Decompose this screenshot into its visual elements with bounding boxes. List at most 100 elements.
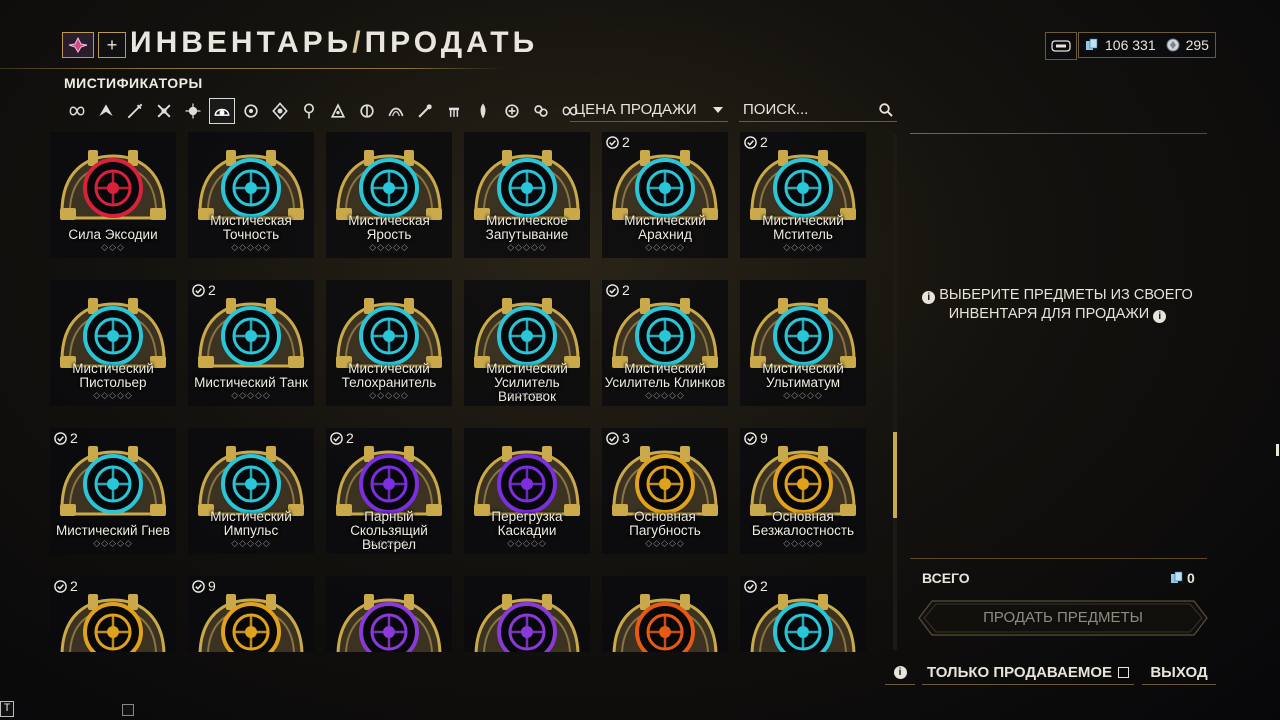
arcane-mod-icon <box>474 594 580 652</box>
rank-indicator: ◇◇◇◇◇ <box>645 538 685 548</box>
filter-arcane-button[interactable] <box>412 98 438 124</box>
item-name: Мистический Мститель <box>762 213 844 242</box>
item-card[interactable] <box>464 576 590 652</box>
item-card[interactable]: 9 Основная Безжалостность ◇◇◇◇◇ <box>740 428 866 554</box>
sell-items-button[interactable]: ПРОДАТЬ ПРЕДМЕТЫ <box>918 609 1208 626</box>
item-card[interactable]: Мистическое Запутывание ◇◇◇◇◇ <box>464 132 590 258</box>
item-card[interactable]: Мистическая Ярость ◇◇◇◇◇ <box>326 132 452 258</box>
info-icon[interactable]: i <box>1153 310 1167 323</box>
filter-gear-button[interactable] <box>325 98 351 124</box>
archwing-icon <box>304 103 314 119</box>
arcane-mod-icon <box>60 446 166 516</box>
rank-indicator: ◇◇◇◇◇ <box>369 538 409 548</box>
total-label: ВСЕГО <box>922 570 970 586</box>
rank-indicator: ◇◇◇◇◇ <box>369 242 409 252</box>
filter-plant-button[interactable] <box>470 98 496 124</box>
owned-check-icon <box>54 431 67 445</box>
item-card[interactable]: 2 <box>50 576 176 652</box>
filter-infinity-button[interactable] <box>64 98 90 124</box>
item-card[interactable]: Мистический Ультиматум ◇◇◇◇◇ <box>740 280 866 406</box>
item-card[interactable] <box>602 576 728 652</box>
owned-count: 9 <box>192 578 216 594</box>
warframe-icon <box>99 104 113 116</box>
filter-primary-weapon-button[interactable] <box>122 98 148 124</box>
total-amount: 0 <box>1187 570 1195 586</box>
item-card[interactable]: 2 Мистический Танк ◇◇◇◇◇ <box>188 280 314 406</box>
arcane-mod-icon <box>336 594 442 652</box>
filter-melee-button[interactable] <box>180 98 206 124</box>
item-name: Мистический Арахнид <box>624 213 706 242</box>
item-card[interactable]: 2 Парный Скользящий Выстрел ◇◇◇◇◇ <box>326 428 452 554</box>
sellable-only-toggle[interactable]: ТОЛЬКО ПРОДАВАЕМОЕ <box>922 660 1134 685</box>
filter-warframe-button[interactable] <box>93 98 119 124</box>
owned-count-value: 2 <box>760 134 768 150</box>
owned-count-value: 2 <box>346 430 354 446</box>
owned-count: 3 <box>606 430 630 446</box>
rank-indicator: ◇◇◇◇◇ <box>369 390 409 400</box>
filter-key-button[interactable] <box>499 98 525 124</box>
filter-archwing-button[interactable] <box>296 98 322 124</box>
item-card[interactable]: 2 Мистический Гнев ◇◇◇◇◇ <box>50 428 176 554</box>
rank-indicator: ◇◇◇◇◇ <box>645 242 685 252</box>
filter-secondary-weapon-button[interactable] <box>151 98 177 124</box>
filter-companion-button[interactable] <box>238 98 264 124</box>
owned-count: 2 <box>192 282 216 298</box>
item-card[interactable]: 2 Мистический Арахнид ◇◇◇◇◇ <box>602 132 728 258</box>
item-name: Мистическая Ярость <box>348 213 430 242</box>
chat-button[interactable] <box>1045 32 1077 60</box>
gear-icon <box>330 103 346 118</box>
item-card[interactable]: 2 <box>740 576 866 652</box>
owned-count-value: 3 <box>622 430 630 446</box>
owned-count-value: 2 <box>622 282 630 298</box>
filter-fish-button[interactable] <box>441 98 467 124</box>
item-card[interactable]: 9 <box>188 576 314 652</box>
item-card[interactable]: 2 Мистический Усилитель Клинков ◇◇◇◇◇ <box>602 280 728 406</box>
owned-count: 9 <box>744 430 768 446</box>
platinum-icon <box>1166 38 1180 52</box>
infinity-icon <box>69 106 85 116</box>
owned-count: 2 <box>54 430 78 446</box>
item-card[interactable]: Мистический Усилитель Винтовок ◇◇◇◇◇ <box>464 280 590 406</box>
scrollbar-thumb[interactable] <box>893 432 897 518</box>
rank-indicator: ◇◇◇◇◇ <box>93 390 133 400</box>
search-input[interactable] <box>743 101 863 118</box>
sort-dropdown[interactable]: ЦЕНА ПРОДАЖИ <box>570 98 728 122</box>
item-card[interactable]: Мистический Пистольер ◇◇◇◇◇ <box>50 280 176 406</box>
filter-relic-button[interactable] <box>383 98 409 124</box>
owned-count-value: 2 <box>70 430 78 446</box>
companion-icon <box>244 104 258 118</box>
owned-check-icon <box>192 579 205 593</box>
item-card[interactable] <box>326 576 452 652</box>
owned-count-value: 9 <box>760 430 768 446</box>
item-card[interactable]: 2 Мистический Мститель ◇◇◇◇◇ <box>740 132 866 258</box>
item-card[interactable]: 3 Основная Пагубность ◇◇◇◇◇ <box>602 428 728 554</box>
owned-count: 2 <box>54 578 78 594</box>
checkbox[interactable] <box>1118 666 1130 678</box>
item-card[interactable]: Мистический Телохранитель ◇◇◇◇◇ <box>326 280 452 406</box>
platinum-value: 295 <box>1185 37 1209 53</box>
owned-count-value: 2 <box>70 578 78 594</box>
arcane-icon <box>418 104 432 118</box>
scrollbar-track[interactable] <box>893 134 897 650</box>
resources-icon <box>360 104 374 118</box>
filter-sentinel-button[interactable] <box>267 98 293 124</box>
plant-icon <box>480 103 486 119</box>
rank-indicator: ◇◇◇◇◇ <box>783 390 823 400</box>
add-button[interactable]: + <box>98 32 126 58</box>
item-card[interactable]: Сила Эксодии ◇◇◇ <box>50 132 176 258</box>
filter-bar <box>64 98 583 124</box>
filter-mods-button[interactable] <box>209 98 235 124</box>
filter-misc-button[interactable] <box>528 98 554 124</box>
exit-button[interactable]: ВЫХОД <box>1142 660 1216 685</box>
clan-emblem-button[interactable] <box>62 32 94 58</box>
search-icon[interactable] <box>879 102 893 117</box>
owned-check-icon <box>330 431 343 445</box>
item-card[interactable]: Мистический Импульс ◇◇◇◇◇ <box>188 428 314 554</box>
total-value: 0 <box>1170 570 1195 586</box>
help-button[interactable]: i <box>885 660 915 685</box>
filter-resources-button[interactable] <box>354 98 380 124</box>
owned-count-value: 2 <box>622 134 630 150</box>
item-card[interactable]: Мистическая Точность ◇◇◇◇◇ <box>188 132 314 258</box>
item-card[interactable]: Перегрузка Каскадии ◇◇◇◇◇ <box>464 428 590 554</box>
owned-check-icon <box>606 135 619 149</box>
